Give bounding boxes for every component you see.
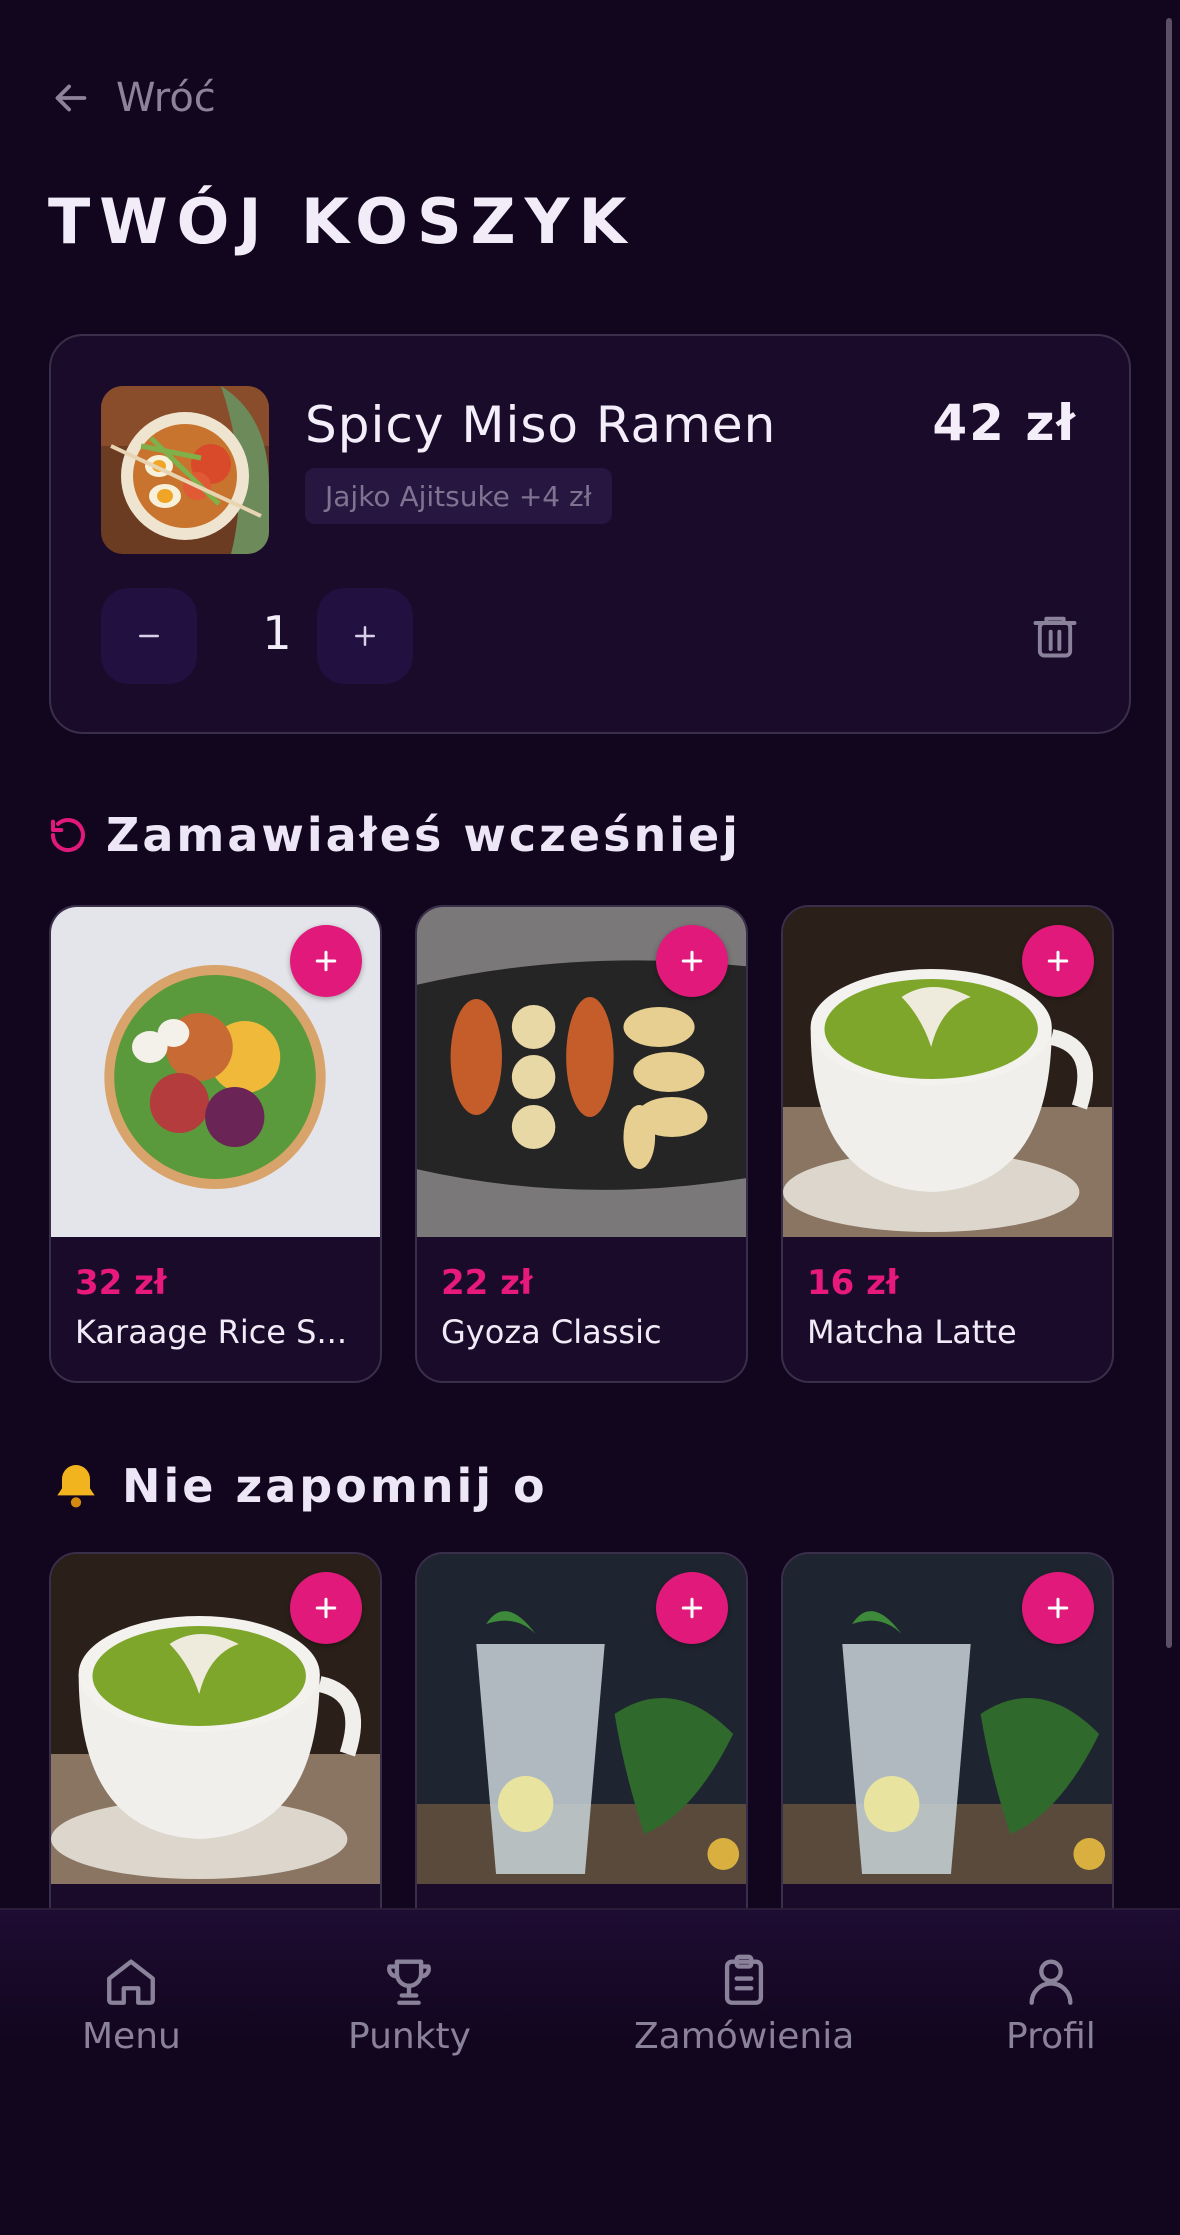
quantity-value: 1 [262, 606, 292, 660]
scrollbar[interactable] [1166, 18, 1172, 1648]
plus-icon [355, 626, 375, 646]
page-title: TWÓJ KOSZYK [48, 185, 636, 258]
nav-item-profil[interactable]: Profil [1006, 1952, 1096, 2057]
add-mojito-button[interactable] [656, 1572, 728, 1644]
add-matcha-button[interactable] [290, 1572, 362, 1644]
add-matcha-button[interactable] [1022, 925, 1094, 997]
cart-item-addon: Jajko Ajitsuke +4 zł [305, 468, 612, 524]
product-card-karaage[interactable]: 32 zł Karaage Rice S... [49, 905, 382, 1383]
user-icon [1029, 1959, 1073, 2005]
nav-label: Menu [82, 2016, 181, 2057]
product-price: 32 zł [75, 1263, 167, 1303]
nav-item-punkty[interactable]: Punkty [348, 1952, 471, 2057]
section-previous-header: Zamawiałeś wcześniej [48, 808, 741, 862]
product-name: Gyoza Classic [441, 1313, 662, 1351]
product-card-gyoza[interactable]: 22 zł Gyoza Classic [415, 905, 748, 1383]
cart-item-name: Spicy Miso Ramen [305, 396, 777, 454]
add-karaage-button[interactable] [290, 925, 362, 997]
bottom-navigation: Menu Punkty Zamówienia Profil [0, 1908, 1180, 2235]
delete-item-button[interactable] [1029, 608, 1081, 664]
increment-button[interactable] [317, 588, 413, 684]
plus-icon [681, 950, 703, 972]
nav-label: Zamówienia [634, 2016, 855, 2057]
clipboard-icon [725, 1954, 764, 2005]
bell-icon [57, 1465, 95, 1508]
trash-icon [1033, 616, 1077, 658]
decrement-button[interactable] [101, 588, 197, 684]
cart-item-card: Spicy Miso Ramen 42 zł Jajko Ajitsuke +4… [49, 334, 1131, 734]
plus-icon [681, 1597, 703, 1619]
plus-icon [1047, 1597, 1069, 1619]
nav-item-zamowienia[interactable]: Zamówienia [634, 1952, 854, 2057]
history-icon [51, 818, 85, 852]
section-reminder-header: Nie zapomnij o [48, 1458, 548, 1514]
nav-label: Punkty [348, 2016, 471, 2057]
product-price: 22 zł [441, 1263, 533, 1303]
product-price: 16 zł [807, 1263, 899, 1303]
section-previous-title: Zamawiałeś wcześniej [106, 808, 741, 862]
product-name: Karaage Rice S... [75, 1313, 347, 1351]
back-label: Wróć [116, 75, 216, 121]
cart-item-price: 42 zł [932, 394, 1077, 452]
arrow-left-icon [55, 84, 87, 112]
product-card-matcha[interactable]: 16 zł Matcha Latte [781, 905, 1114, 1383]
ramen-image [101, 386, 269, 554]
add-mojito-button[interactable] [1022, 1572, 1094, 1644]
trophy-icon [387, 1959, 432, 2005]
section-reminder-title: Nie zapomnij o [122, 1459, 548, 1513]
home-icon [107, 1959, 156, 2005]
nav-label: Profil [1006, 2016, 1096, 2057]
nav-item-menu[interactable]: Menu [82, 1952, 181, 2057]
plus-icon [315, 950, 337, 972]
plus-icon [1047, 950, 1069, 972]
add-gyoza-button[interactable] [656, 925, 728, 997]
minus-icon [139, 634, 159, 638]
product-name: Matcha Latte [807, 1313, 1017, 1351]
plus-icon [315, 1597, 337, 1619]
back-button[interactable]: Wróć [48, 72, 216, 124]
